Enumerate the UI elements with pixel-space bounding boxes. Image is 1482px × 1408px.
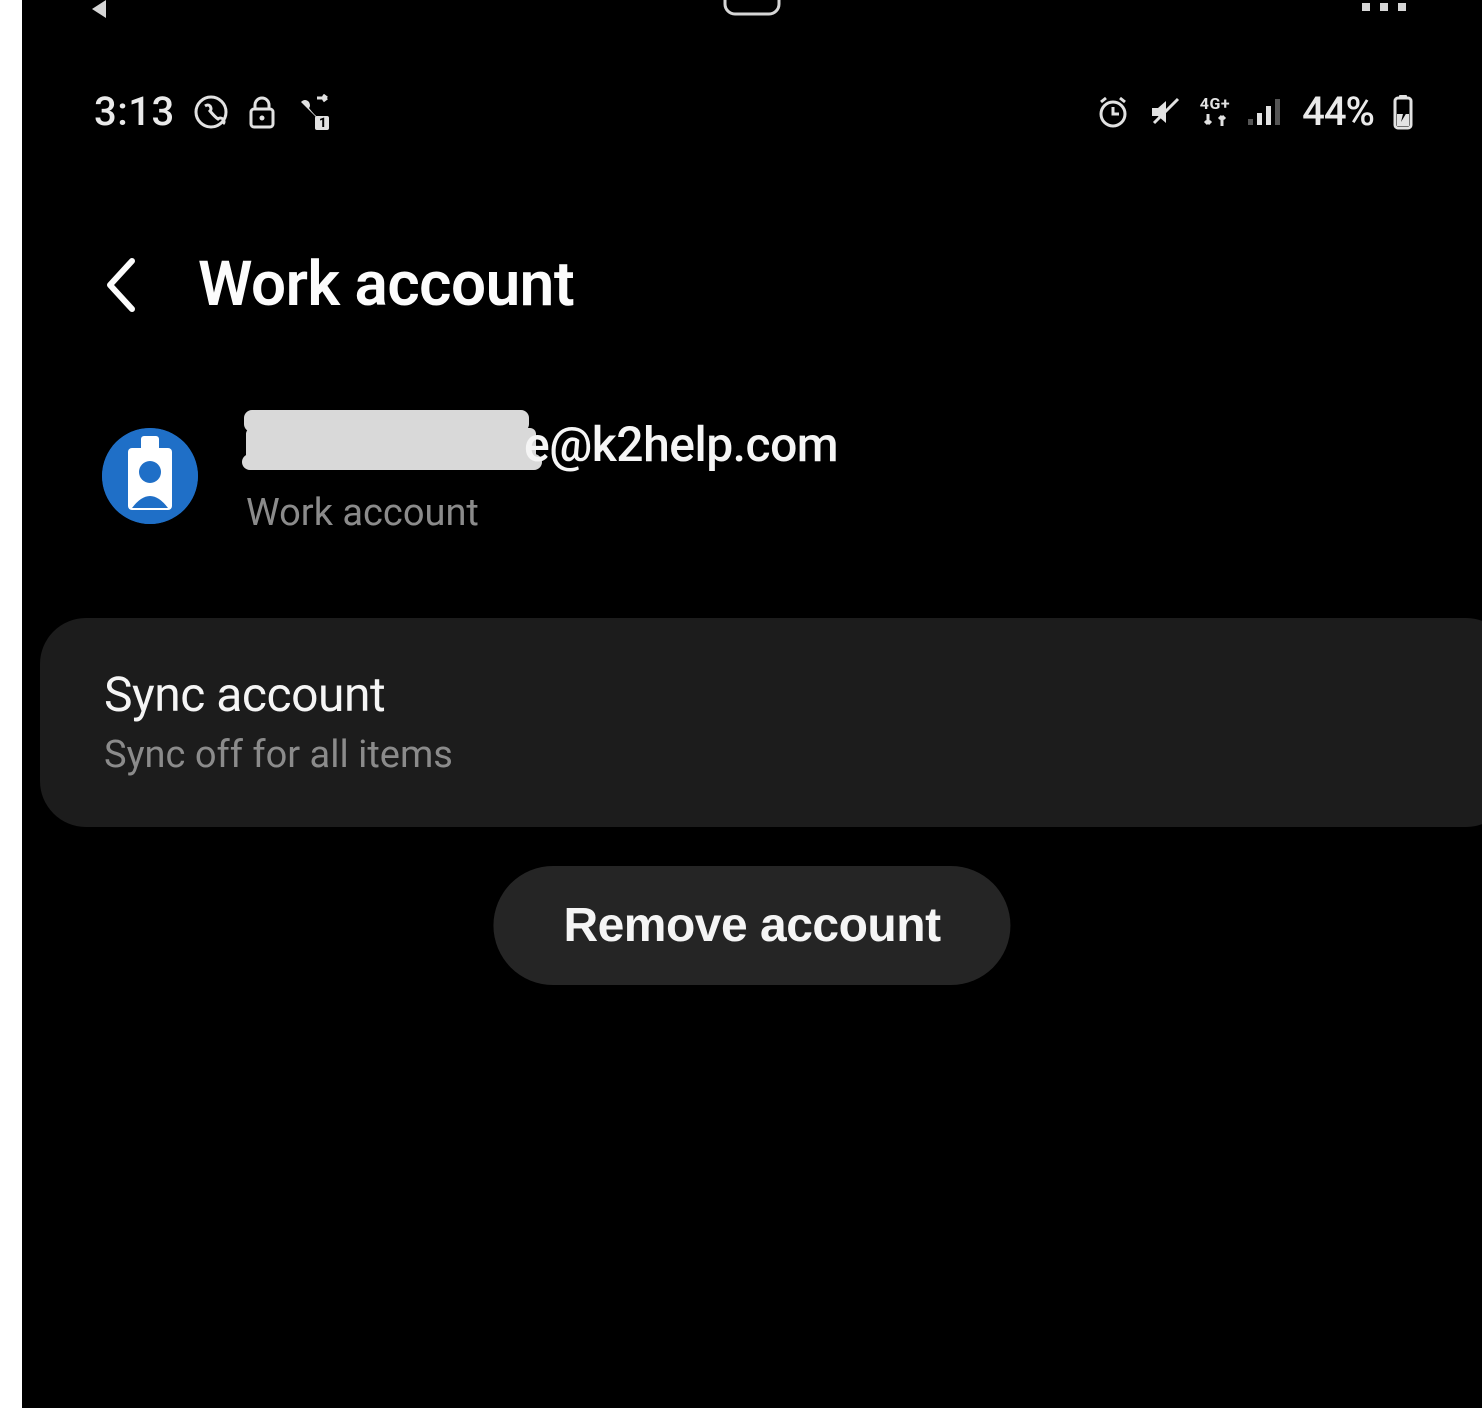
- lock-icon: [247, 95, 277, 129]
- page-header: Work account: [22, 248, 574, 321]
- account-email: e@k2help.com: [246, 416, 838, 473]
- nav-back-icon[interactable]: [92, 0, 142, 22]
- alarm-icon: [1096, 95, 1130, 129]
- containing-app-nav: [22, 0, 1482, 60]
- viber-notification-icon: [193, 94, 229, 130]
- status-bar: 3:13 1: [22, 88, 1482, 135]
- account-email-visible: e@k2help.com: [524, 416, 838, 473]
- account-summary: e@k2help.com Work account: [102, 416, 1482, 535]
- mobile-data-icon: 4G+: [1200, 96, 1230, 128]
- battery-charging-icon: [1392, 94, 1414, 130]
- remove-account-label: Remove account: [563, 899, 940, 952]
- sync-title: Sync account: [104, 666, 1448, 723]
- page-title: Work account: [198, 248, 574, 321]
- nav-more-icon[interactable]: [1362, 0, 1412, 20]
- mute-icon: [1148, 95, 1182, 129]
- remove-account-button[interactable]: Remove account: [493, 866, 1010, 985]
- sync-account-row[interactable]: Sync account Sync off for all items: [40, 618, 1482, 827]
- network-label: 4G+: [1200, 96, 1230, 112]
- battery-percent: 44%: [1302, 88, 1374, 135]
- call-forward-icon: 1: [295, 94, 331, 130]
- nav-camera-icon[interactable]: [717, 0, 787, 22]
- signal-icon: [1248, 97, 1284, 127]
- account-type-label: Work account: [246, 491, 838, 535]
- redacted-segment: [246, 428, 536, 470]
- status-time: 3:13: [94, 88, 175, 135]
- id-badge-icon: [102, 428, 198, 524]
- back-button[interactable]: [102, 255, 138, 315]
- svg-text:1: 1: [319, 116, 327, 130]
- sync-subtitle: Sync off for all items: [104, 733, 1448, 777]
